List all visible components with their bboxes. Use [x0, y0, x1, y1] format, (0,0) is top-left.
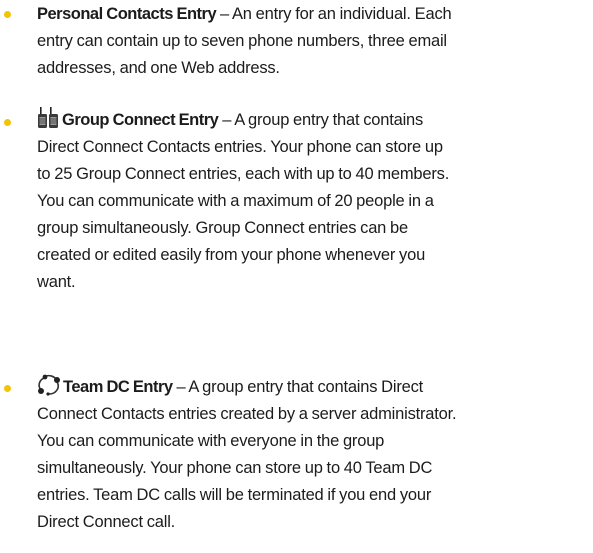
entry-line-text: A group entry that contains: [234, 111, 424, 129]
entry-line-text: An entry for an individual. Each: [231, 5, 452, 23]
entry-separator: –: [218, 111, 235, 129]
entry-text: Team DC Entry – A group entry that conta…: [37, 374, 589, 536]
entry-separator: –: [172, 378, 189, 396]
entry-line-3: You can communicate with everyone in the…: [37, 432, 385, 450]
entry-line-7: want.: [37, 273, 76, 291]
entry-line-5: entries. Team DC calls will be terminate…: [37, 486, 432, 504]
entry-line-6: created or edited easily from your phone…: [37, 246, 426, 264]
entry-line-text: A group entry that contains Direct: [188, 378, 424, 396]
entry-line-4: You can communicate with a maximum of 20…: [37, 192, 434, 210]
entry-line-3: to 25 Group Connect entries, each with u…: [37, 165, 450, 183]
entry-line-1: Personal Contacts Entry – An entry for a…: [37, 1, 589, 28]
entry-title: Group Connect Entry: [62, 111, 219, 129]
entry-line-2: Direct Connect Contacts entries. Your ph…: [37, 138, 443, 156]
entry-line-2: Connect Contacts entries created by a se…: [37, 405, 457, 423]
entry-title: Team DC Entry: [63, 378, 173, 396]
entry-separator: –: [216, 5, 232, 23]
entry-text: Group Connect Entry – A group entry that…: [37, 107, 589, 296]
entry-text: Personal Contacts Entry – An entry for a…: [37, 1, 589, 82]
entry-line-1: Team DC Entry – A group entry that conta…: [37, 374, 589, 401]
bullet: [4, 11, 11, 18]
entry-line-2: entry can contain up to seven phone numb…: [37, 32, 447, 50]
bullet: [4, 119, 11, 126]
entry-title: Personal Contacts Entry: [37, 5, 217, 23]
entry-line-4: simultaneously. Your phone can store up …: [37, 459, 433, 477]
entry-line-5: group simultaneously. Group Connect entr…: [37, 219, 408, 237]
entry-line-3: addresses, and one Web address.: [37, 59, 280, 77]
entry-line-1: Group Connect Entry – A group entry that…: [37, 107, 589, 134]
entry-line-6: Direct Connect call.: [37, 513, 176, 531]
page: Personal Contacts Entry – An entry for a…: [0, 0, 593, 553]
bullet: [4, 385, 11, 392]
